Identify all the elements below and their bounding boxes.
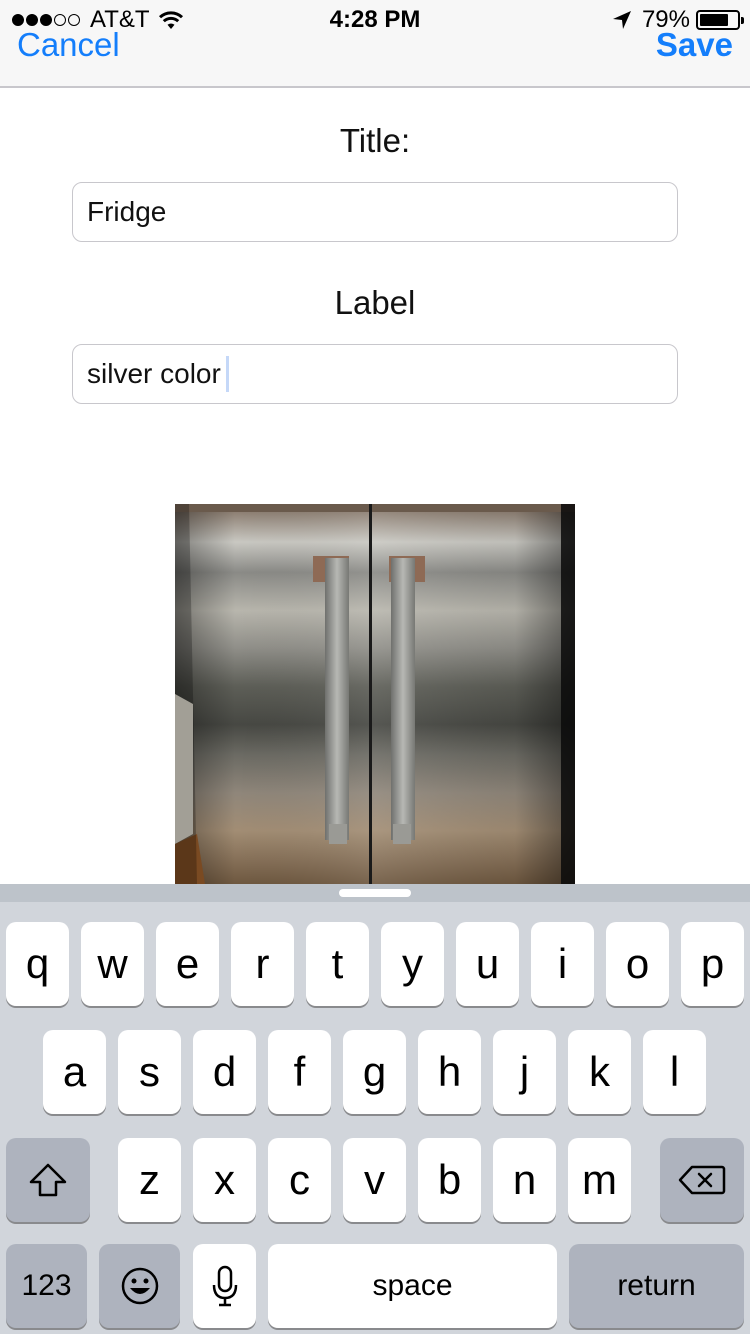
emoji-key[interactable] xyxy=(99,1244,180,1328)
title-input[interactable] xyxy=(72,182,678,242)
key-i[interactable]: i xyxy=(531,922,594,1006)
key-d[interactable]: d xyxy=(193,1030,256,1114)
key-u[interactable]: u xyxy=(456,922,519,1006)
shift-key[interactable] xyxy=(6,1138,90,1222)
key-e[interactable]: e xyxy=(156,922,219,1006)
key-p[interactable]: p xyxy=(681,922,744,1006)
key-h[interactable]: h xyxy=(418,1030,481,1114)
key-a[interactable]: a xyxy=(43,1030,106,1114)
key-r[interactable]: r xyxy=(231,922,294,1006)
key-m[interactable]: m xyxy=(568,1138,631,1222)
key-g[interactable]: g xyxy=(343,1030,406,1114)
numbers-key[interactable]: 123 xyxy=(6,1244,87,1328)
dictation-key[interactable] xyxy=(193,1244,256,1328)
return-key[interactable]: return xyxy=(569,1244,744,1328)
key-l[interactable]: l xyxy=(643,1030,706,1114)
key-v[interactable]: v xyxy=(343,1138,406,1222)
key-q[interactable]: q xyxy=(6,922,69,1006)
location-arrow-icon xyxy=(612,11,631,29)
emoji-icon xyxy=(121,1267,158,1305)
key-o[interactable]: o xyxy=(606,922,669,1006)
navigation-bar: AT&T 4:28 PM 79% Cancel Save xyxy=(0,0,750,88)
key-y[interactable]: y xyxy=(381,922,444,1006)
keyboard-grabber-handle[interactable] xyxy=(339,889,411,897)
cancel-button[interactable]: Cancel xyxy=(17,26,120,64)
delete-key[interactable] xyxy=(660,1138,744,1222)
microphone-icon xyxy=(212,1265,237,1307)
fridge-photo xyxy=(175,504,575,884)
key-j[interactable]: j xyxy=(493,1030,556,1114)
backspace-icon xyxy=(678,1165,726,1195)
key-w[interactable]: w xyxy=(81,922,144,1006)
key-k[interactable]: k xyxy=(568,1030,631,1114)
key-x[interactable]: x xyxy=(193,1138,256,1222)
space-key[interactable]: space xyxy=(268,1244,557,1328)
label-input[interactable] xyxy=(72,344,678,404)
shift-icon xyxy=(29,1163,67,1197)
save-button[interactable]: Save xyxy=(656,26,733,64)
keyboard: q w e r t y u i o p a s d f g h j k l z … xyxy=(0,884,750,1334)
key-s[interactable]: s xyxy=(118,1030,181,1114)
text-cursor xyxy=(226,356,229,392)
key-b[interactable]: b xyxy=(418,1138,481,1222)
key-z[interactable]: z xyxy=(118,1138,181,1222)
key-f[interactable]: f xyxy=(268,1030,331,1114)
stainless-fridge-image xyxy=(175,504,575,884)
keyboard-handle-strip xyxy=(0,884,750,902)
key-t[interactable]: t xyxy=(306,922,369,1006)
title-label: Title: xyxy=(339,122,411,159)
key-c[interactable]: c xyxy=(268,1138,331,1222)
label-label: Label xyxy=(334,284,416,321)
key-n[interactable]: n xyxy=(493,1138,556,1222)
